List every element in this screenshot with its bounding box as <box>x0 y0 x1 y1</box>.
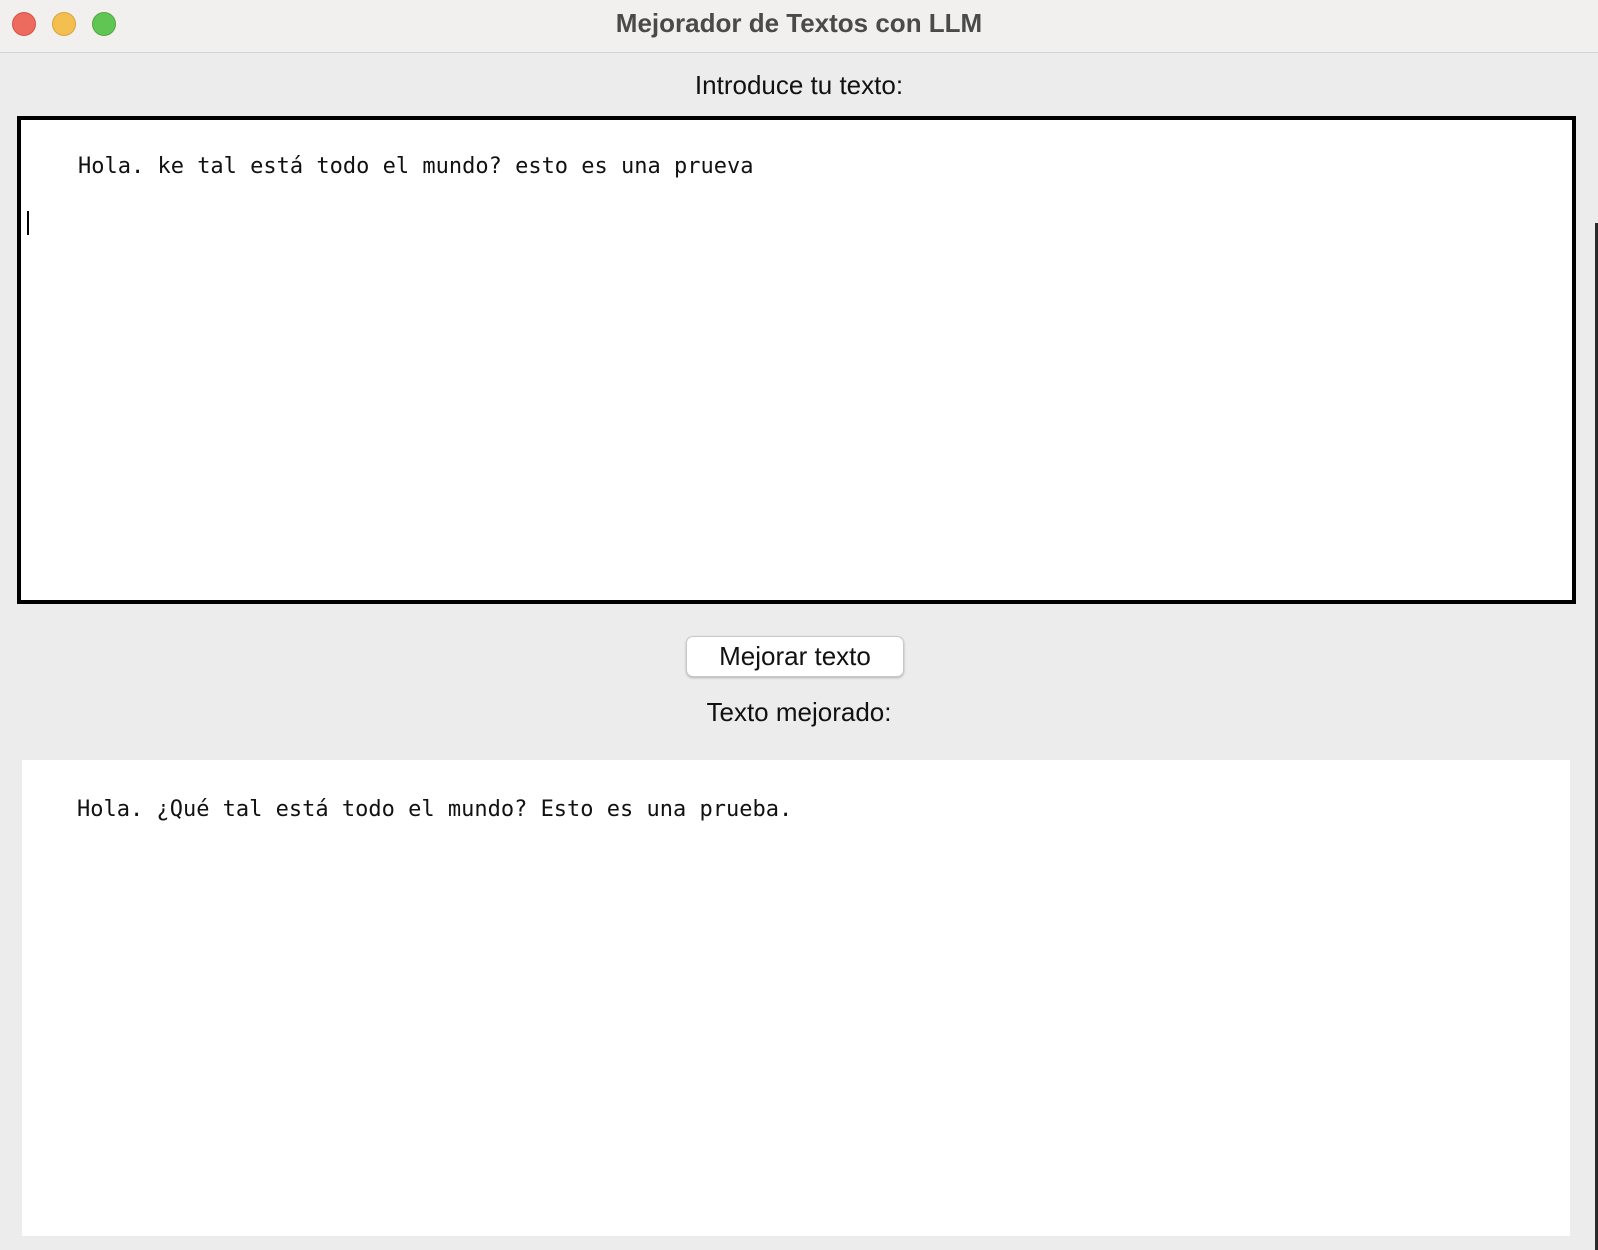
output-text-area[interactable]: Hola. ¿Qué tal está todo el mundo? Esto … <box>22 760 1570 1236</box>
input-text-area[interactable]: Hola. ke tal está todo el mundo? esto es… <box>17 116 1576 604</box>
input-text-label: Introduce tu texto: <box>694 70 904 100</box>
app-window: Mejorador de Textos con LLM Introduce tu… <box>0 0 1598 1250</box>
text-cursor <box>27 211 29 235</box>
output-text-label: Texto mejorado: <box>706 697 892 727</box>
title-bar: Mejorador de Textos con LLM <box>0 0 1598 53</box>
output-text-value: Hola. ¿Qué tal está todo el mundo? Esto … <box>76 797 793 822</box>
window-title: Mejorador de Textos con LLM <box>615 8 983 38</box>
improve-text-button[interactable]: Mejorar texto <box>686 636 904 677</box>
input-text-value: Hola. ke tal está todo el mundo? esto es… <box>77 154 754 179</box>
